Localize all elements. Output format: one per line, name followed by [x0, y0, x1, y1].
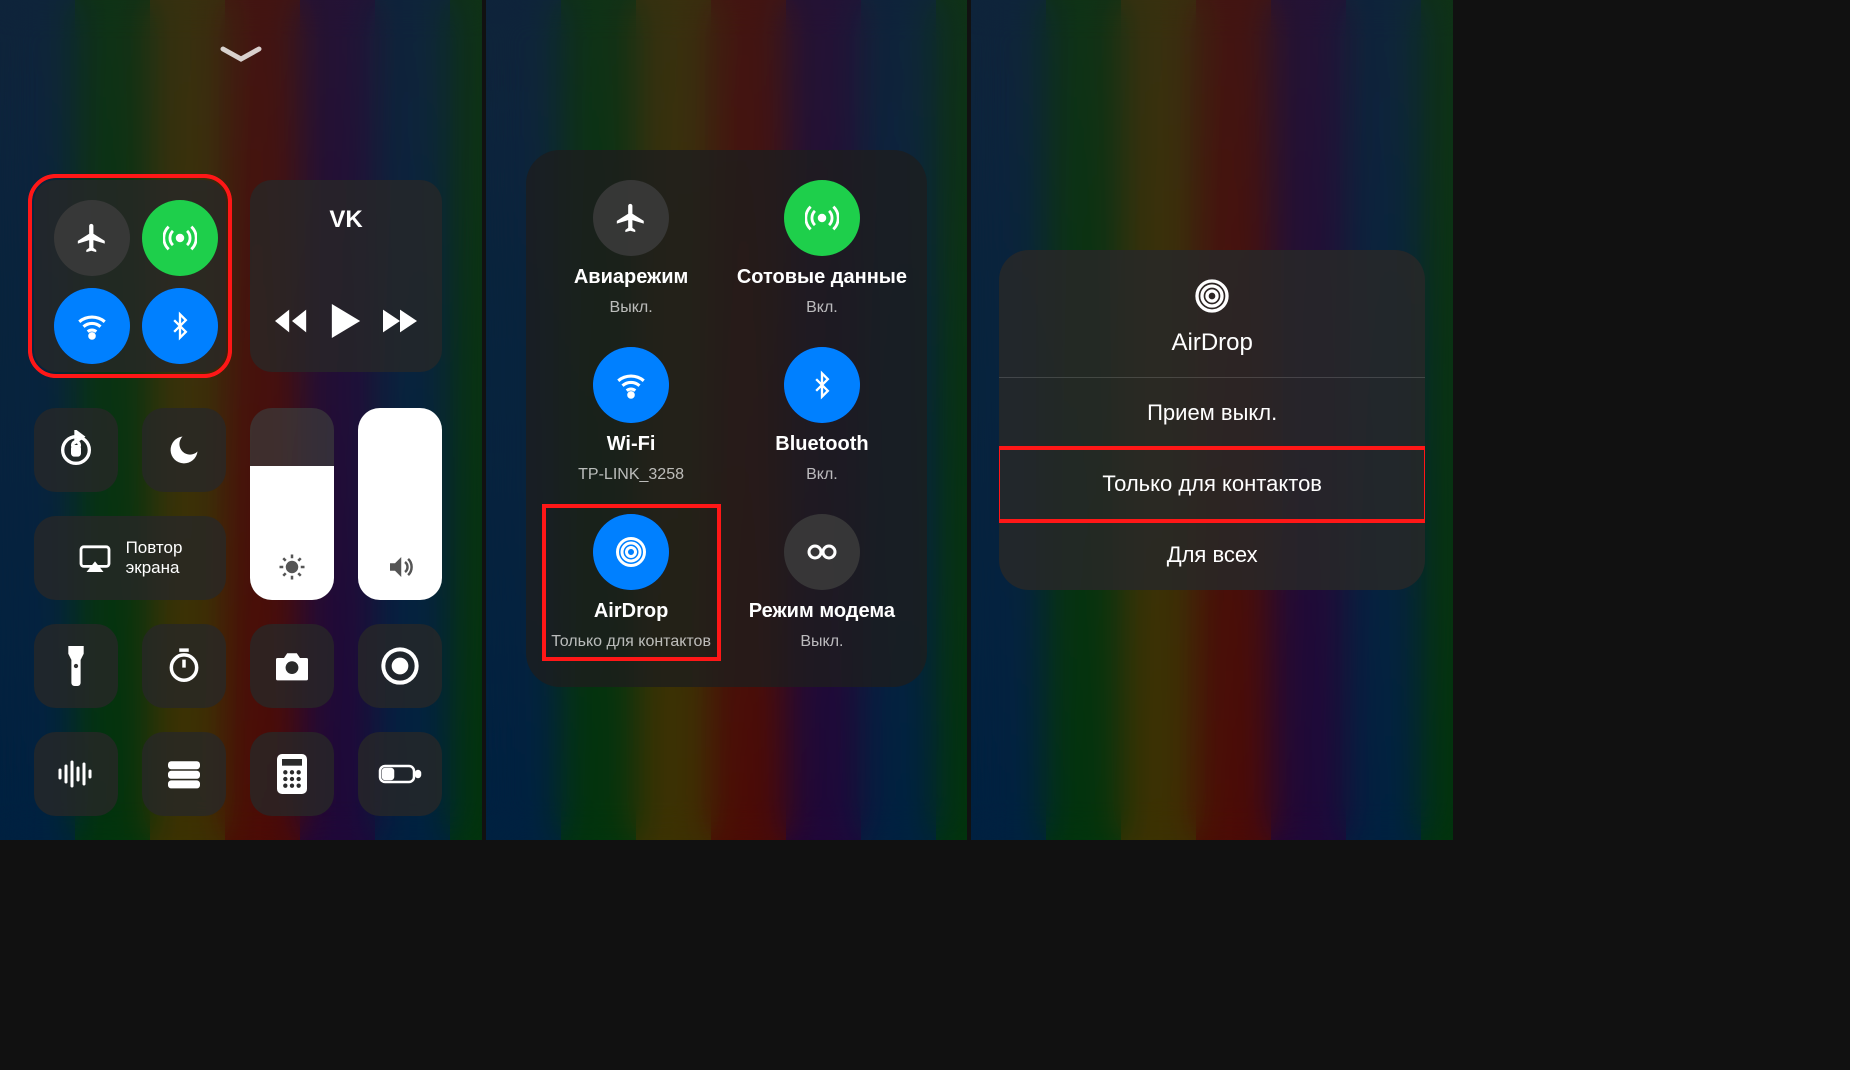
airplane-icon — [614, 201, 648, 235]
bluetooth-sub: Вкл. — [806, 466, 838, 484]
camera-button[interactable] — [250, 624, 334, 708]
airdrop-highlight — [546, 508, 717, 657]
airdrop-sheet-header: AirDrop — [999, 250, 1425, 378]
airplane-icon — [75, 221, 109, 255]
hotspot-sub: Выкл. — [800, 633, 843, 651]
moon-icon — [166, 432, 202, 468]
wifi-title: Wi-Fi — [607, 433, 656, 456]
bluetooth-cell[interactable]: Bluetooth Вкл. — [775, 347, 868, 484]
wifi-icon — [614, 368, 648, 402]
wifi-sub: TP-LINK_3258 — [578, 466, 684, 484]
record-icon — [380, 646, 420, 686]
bluetooth-title: Bluetooth — [775, 433, 868, 456]
bluetooth-toggle[interactable] — [142, 288, 218, 364]
bluetooth-icon — [166, 309, 194, 343]
brightness-icon — [277, 552, 307, 582]
bluetooth-icon — [808, 368, 836, 402]
airdrop-sheet-title: AirDrop — [999, 329, 1425, 357]
connectivity-tile[interactable] — [34, 180, 226, 372]
grabber-chevron-icon[interactable] — [219, 45, 263, 63]
play-button[interactable] — [331, 304, 361, 338]
calculator-button[interactable] — [250, 732, 334, 816]
brightness-slider[interactable] — [250, 408, 334, 600]
flashlight-icon — [65, 646, 87, 686]
timer-button[interactable] — [142, 624, 226, 708]
flashlight-button[interactable] — [34, 624, 118, 708]
calculator-icon — [277, 754, 307, 794]
cellular-toggle[interactable] — [142, 200, 218, 276]
screenshot-3: AirDrop Прием выкл. Только для контактов… — [971, 0, 1453, 840]
screen-mirroring-button[interactable]: Повтор экрана — [34, 516, 226, 600]
airplane-title: Авиарежим — [574, 266, 689, 289]
volume-icon — [384, 552, 416, 582]
volume-slider[interactable] — [358, 408, 442, 600]
wallet-button[interactable] — [142, 732, 226, 816]
wifi-toggle[interactable] — [54, 288, 130, 364]
orientation-lock-button[interactable] — [34, 408, 118, 492]
hotspot-cell[interactable]: Режим модема Выкл. — [749, 514, 895, 651]
airplane-sub: Выкл. — [610, 299, 653, 317]
screenshot-2: Авиарежим Выкл. Сотовые данные Вкл. Wi-F… — [486, 0, 968, 840]
hearing-button[interactable] — [34, 732, 118, 816]
screenshot-1: VK — [0, 0, 482, 840]
wifi-icon — [75, 309, 109, 343]
cellular-icon — [805, 201, 839, 235]
cellular-cell[interactable]: Сотовые данные Вкл. — [737, 180, 907, 317]
battery-icon — [378, 762, 422, 786]
timer-icon — [165, 647, 203, 685]
airdrop-option-off[interactable]: Прием выкл. — [999, 378, 1425, 449]
wifi-cell[interactable]: Wi-Fi TP-LINK_3258 — [578, 347, 684, 484]
camera-icon — [272, 650, 312, 682]
hotspot-title: Режим модема — [749, 600, 895, 623]
rewind-button[interactable] — [275, 309, 309, 333]
forward-button[interactable] — [383, 309, 417, 333]
media-tile[interactable]: VK — [250, 180, 442, 372]
airdrop-icon — [1192, 276, 1232, 316]
screen-record-button[interactable] — [358, 624, 442, 708]
connectivity-expanded-panel: Авиарежим Выкл. Сотовые данные Вкл. Wi-F… — [526, 150, 928, 687]
media-source-label: VK — [264, 206, 428, 234]
cellular-sub: Вкл. — [806, 299, 838, 317]
screen-mirroring-icon — [78, 544, 112, 572]
airdrop-option-everyone[interactable]: Для всех — [999, 520, 1425, 590]
cellular-icon — [163, 221, 197, 255]
airplane-cell[interactable]: Авиарежим Выкл. — [574, 180, 689, 317]
airplane-toggle[interactable] — [54, 200, 130, 276]
cellular-title: Сотовые данные — [737, 266, 907, 289]
airdrop-sheet: AirDrop Прием выкл. Только для контактов… — [999, 250, 1425, 590]
hotspot-icon — [803, 540, 841, 564]
screen-mirroring-label: Повтор экрана — [126, 538, 183, 577]
low-power-button[interactable] — [358, 732, 442, 816]
do-not-disturb-button[interactable] — [142, 408, 226, 492]
wallet-icon — [164, 758, 204, 790]
audio-bars-icon — [56, 760, 96, 788]
airdrop-option-contacts[interactable]: Только для контактов — [999, 449, 1425, 520]
rotation-lock-icon — [56, 430, 96, 470]
